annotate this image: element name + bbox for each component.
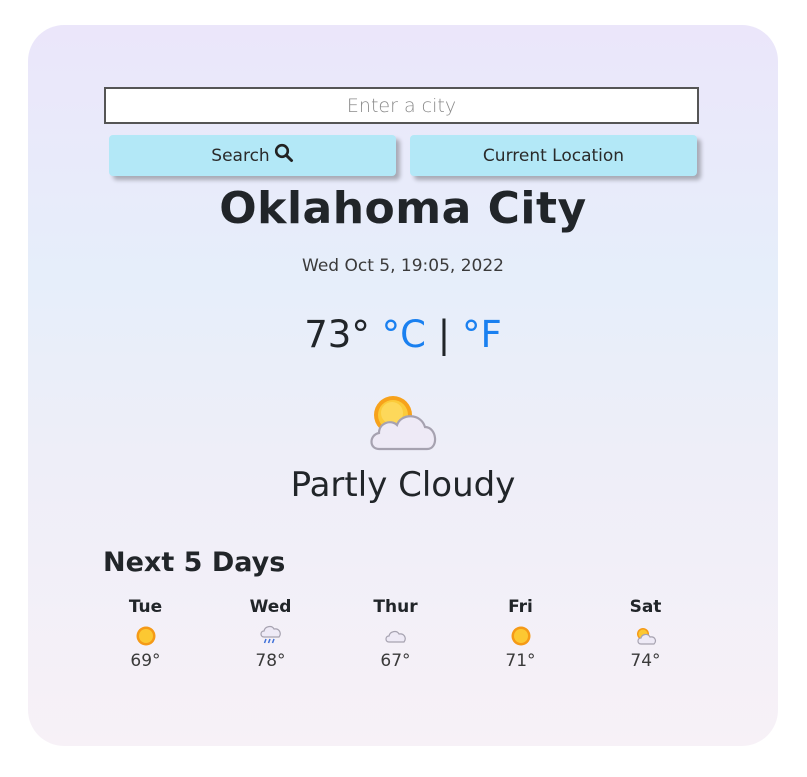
forecast-day: Tue 69° xyxy=(83,597,208,671)
weather-card: Search Current Location Oklahoma City We… xyxy=(28,25,778,746)
forecast-day: Sat 74° xyxy=(583,597,708,671)
current-date: Wed Oct 5, 19:05, 2022 xyxy=(302,256,504,276)
forecast-day-temp: 74° xyxy=(630,651,661,671)
forecast-day-name: Thur xyxy=(373,597,418,617)
sun-icon xyxy=(135,625,157,647)
unit-separator: | xyxy=(437,313,451,356)
forecast-day-temp: 71° xyxy=(505,651,536,671)
cloud-icon xyxy=(384,625,408,647)
search-icon xyxy=(274,143,294,168)
forecast-day-name: Sat xyxy=(629,597,662,617)
forecast-day: Fri 71° xyxy=(458,597,583,671)
current-location-button[interactable]: Current Location xyxy=(410,135,697,176)
rain-icon xyxy=(259,625,283,647)
weather-description: Partly Cloudy xyxy=(290,465,516,505)
search-button[interactable]: Search xyxy=(109,135,396,176)
forecast-day-temp: 78° xyxy=(255,651,286,671)
fahrenheit-link[interactable]: °F xyxy=(462,313,502,356)
forecast-list: Tue 69° Wed 78° Thur 67° Fri 71° Sat 74° xyxy=(83,597,713,671)
forecast-day-name: Fri xyxy=(508,597,533,617)
current-location-label: Current Location xyxy=(482,145,625,166)
temperature-row: 73° °C | °F xyxy=(28,313,778,356)
city-name: Oklahoma City xyxy=(219,183,587,234)
forecast-day: Wed 78° xyxy=(208,597,333,671)
forecast-day-temp: 69° xyxy=(130,651,161,671)
forecast-day-temp: 67° xyxy=(380,651,411,671)
forecast-day: Thur 67° xyxy=(333,597,458,671)
partly-cloudy-icon xyxy=(634,625,658,647)
celsius-link[interactable]: °C xyxy=(382,313,426,356)
temperature-degree: ° xyxy=(351,313,370,356)
city-search-input[interactable] xyxy=(104,87,699,124)
temperature-value: 73 xyxy=(304,313,352,356)
forecast-title: Next 5 Days xyxy=(103,547,286,578)
partly-cloudy-icon xyxy=(367,391,439,459)
forecast-day-name: Wed xyxy=(249,597,292,617)
search-button-label: Search xyxy=(211,145,270,166)
forecast-day-name: Tue xyxy=(128,597,163,617)
sun-icon xyxy=(510,625,532,647)
